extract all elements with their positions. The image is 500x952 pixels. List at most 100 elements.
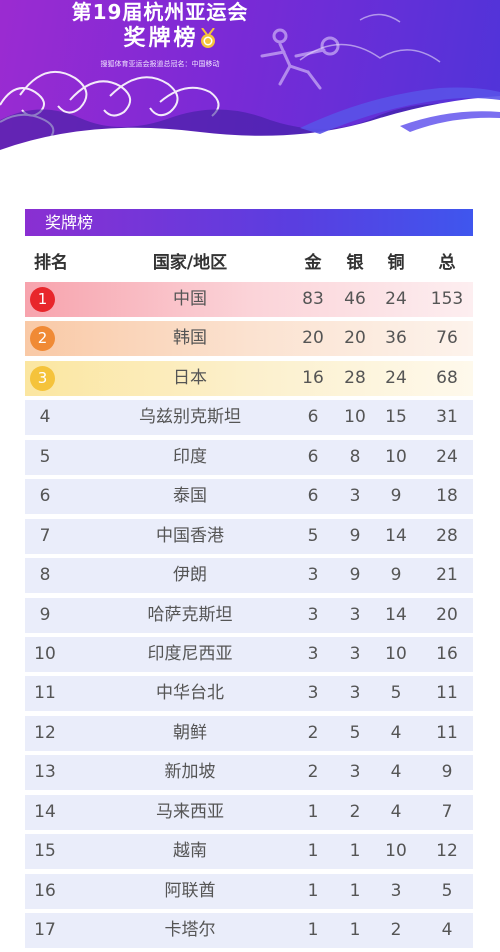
country-name: 朝鲜 [173,722,207,743]
rank-badge: 2 [30,326,55,352]
rank-number: 9 [39,604,51,625]
rank-number: 16 [34,880,56,901]
silver-count: 3 [349,486,361,507]
total-count: 21 [436,565,458,586]
rank-number: 6 [39,486,51,507]
silver-count: 5 [349,722,361,743]
total-count: 28 [436,525,458,546]
gold-count: 1 [307,841,319,862]
bronze-count: 2 [390,920,402,940]
col-gold: 金 [304,253,322,273]
gold-count: 2 [307,722,319,743]
rank-number: 11 [34,683,56,704]
gold-count: 3 [307,643,319,664]
table-row: 1 中国 83 46 24 153 [25,282,473,317]
table-row: 7 中国香港 5 9 14 28 [25,518,473,554]
table-row: 14 马来西亚 1 2 4 7 [25,794,473,830]
bronze-count: 5 [390,683,402,704]
gold-count: 3 [307,604,319,625]
medal-icon [201,28,215,48]
rank-badge: 3 [30,365,55,391]
gold-count: 1 [307,920,319,940]
bronze-count: 36 [385,328,407,349]
country-name: 阿联酋 [164,880,216,901]
bronze-count: 10 [385,446,407,467]
header-banner: 第19届杭州亚运会 奖牌榜 搜狐体育亚运会报道总冠名：中国移动 [0,0,500,175]
gold-count: 16 [302,367,324,388]
total-count: 20 [436,604,458,625]
rank-number: 10 [34,643,56,664]
total-count: 12 [436,841,458,862]
bronze-count: 15 [385,407,407,428]
silver-count: 8 [349,446,361,467]
rank-number: 4 [39,407,51,428]
bronze-count: 9 [390,565,402,586]
country-name: 乌兹别克斯坦 [139,407,241,428]
rank-number: 14 [34,801,56,822]
bronze-count: 14 [385,604,407,625]
country-name: 伊朗 [173,565,207,586]
table-header: 排名 国家/地区 金 银 铜 总 [25,244,473,282]
bronze-count: 24 [385,367,407,388]
country-name: 卡塔尔 [164,920,216,940]
silver-count: 1 [349,841,361,862]
table-tennis-player-icon [260,28,340,90]
total-count: 31 [436,407,458,428]
bronze-count: 14 [385,525,407,546]
rank-number: 12 [34,722,56,743]
total-count: 9 [441,762,453,783]
bronze-count: 4 [390,801,402,822]
silver-count: 3 [349,762,361,783]
table-row: 9 哈萨克斯坦 3 3 14 20 [25,597,473,633]
silver-count: 10 [344,407,366,428]
rank-number: 13 [34,762,56,783]
bronze-count: 10 [385,643,407,664]
total-count: 11 [436,683,458,704]
silver-count: 3 [349,683,361,704]
medal-table-title: 奖牌榜 [25,209,473,236]
gold-count: 6 [307,486,319,507]
bronze-count: 10 [385,841,407,862]
total-count: 24 [436,446,458,467]
bronze-count: 9 [390,486,402,507]
table-row: 2 韩国 20 20 36 76 [25,321,473,357]
table-row: 4 乌兹别克斯坦 6 10 15 31 [25,400,473,436]
rank-number: 5 [39,446,51,467]
silver-count: 20 [344,328,366,349]
gold-count: 1 [307,801,319,822]
country-name: 中华台北 [156,683,224,704]
rank-number: 15 [34,841,56,862]
table-row: 13 新加坡 2 3 4 9 [25,755,473,791]
table-row: 15 越南 1 1 10 12 [25,834,473,870]
silver-count: 9 [349,565,361,586]
bronze-count: 3 [390,880,402,901]
rank-badge: 1 [30,287,55,312]
table-row: 16 阿联酋 1 1 3 5 [25,873,473,909]
table-row: 11 中华台北 3 3 5 11 [25,676,473,712]
silver-count: 46 [344,289,366,309]
total-count: 11 [436,722,458,743]
silver-count: 28 [344,367,366,388]
col-rank: 排名 [34,253,68,273]
silver-count: 1 [349,920,361,940]
total-count: 68 [436,367,458,388]
col-silver: 银 [346,253,364,273]
gold-count: 3 [307,683,319,704]
silver-count: 3 [349,604,361,625]
country-name: 新加坡 [164,762,216,783]
country-name: 越南 [173,841,207,862]
gold-count: 1 [307,880,319,901]
total-count: 153 [430,289,464,309]
rank-number: 7 [39,525,51,546]
silver-count: 3 [349,643,361,664]
table-row: 17 卡塔尔 1 1 2 4 [25,913,473,948]
bronze-count: 4 [390,762,402,783]
table-row: 10 印度尼西亚 3 3 10 16 [25,636,473,672]
rank-number: 8 [39,565,51,586]
total-count: 18 [436,486,458,507]
total-count: 7 [441,801,453,822]
gold-count: 3 [307,565,319,586]
gold-count: 2 [307,762,319,783]
table-row: 6 泰国 6 3 9 18 [25,479,473,515]
bronze-count: 4 [390,722,402,743]
